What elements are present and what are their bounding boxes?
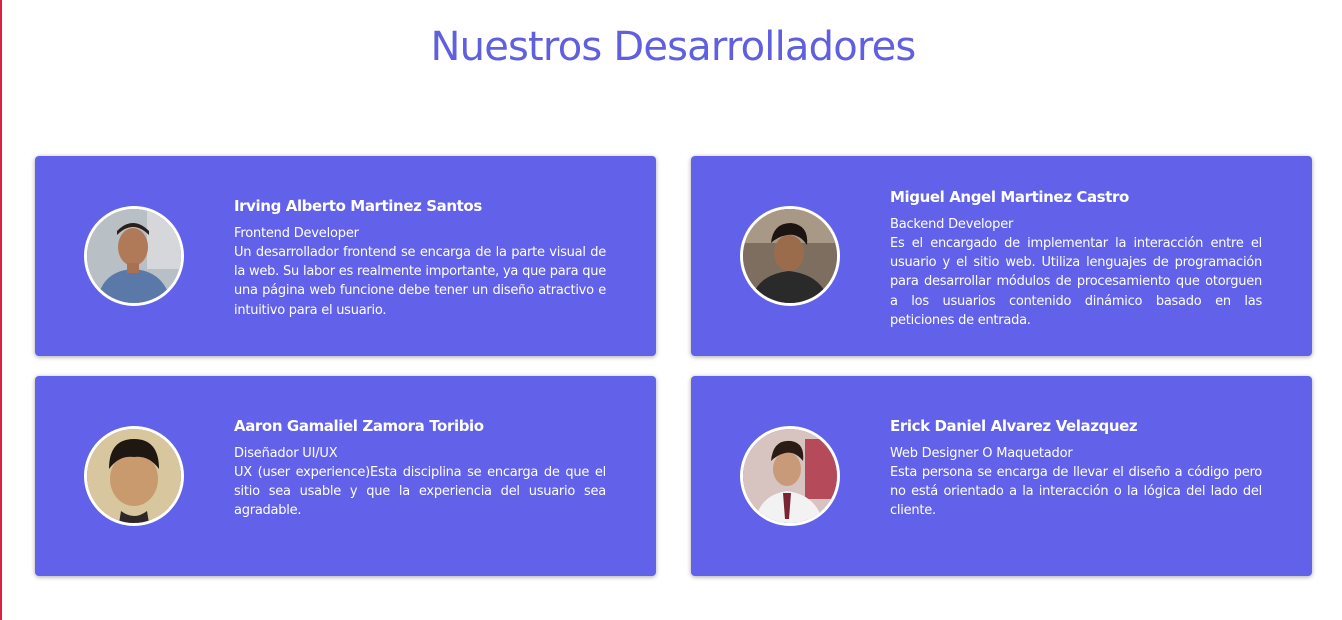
developer-info: Aaron Gamaliel Zamora Toribio Diseñador … [234,416,606,521]
developer-photo-icon [743,209,837,303]
developer-description: Un desarrollador frontend se encarga de … [234,245,606,318]
developer-role: Frontend Developer [234,226,359,241]
developer-card: Miguel Angel Martinez Castro Backend Dev… [691,156,1312,356]
page-title: Nuestros Desarrolladores [430,24,917,70]
developer-role: Web Designer O Maquetador [890,446,1073,461]
developer-description: UX (user experience)Esta disciplina se e… [234,465,606,519]
developer-info: Miguel Angel Martinez Castro Backend Dev… [890,187,1262,330]
developer-name: Aaron Gamaliel Zamora Toribio [234,417,484,435]
developer-info: Irving Alberto Martinez Santos Frontend … [234,196,606,320]
developer-name: Erick Daniel Alvarez Velazquez [890,417,1138,435]
avatar [84,206,184,306]
avatar [740,426,840,526]
avatar [84,426,184,526]
left-edge-border [0,0,2,620]
developer-card: Aaron Gamaliel Zamora Toribio Diseñador … [35,376,656,576]
developer-role: Backend Developer [890,217,1014,232]
developer-info: Erick Daniel Alvarez Velazquez Web Desig… [890,416,1262,521]
developer-name: Miguel Angel Martinez Castro [890,188,1129,206]
developers-page: Nuestros Desarrolladores Irving Alberto … [0,0,1342,620]
developer-card: Erick Daniel Alvarez Velazquez Web Desig… [691,376,1312,576]
developer-photo-icon [743,429,837,523]
developer-photo-icon [87,209,181,303]
developer-description: Es el encargado de implementar la intera… [890,236,1262,328]
developer-photo-icon [87,429,181,523]
developer-description: Esta persona se encarga de llevar el dis… [890,465,1262,519]
developer-card: Irving Alberto Martinez Santos Frontend … [35,156,656,356]
developer-name: Irving Alberto Martinez Santos [234,197,482,215]
avatar [740,206,840,306]
developer-role: Diseñador UI/UX [234,446,338,461]
